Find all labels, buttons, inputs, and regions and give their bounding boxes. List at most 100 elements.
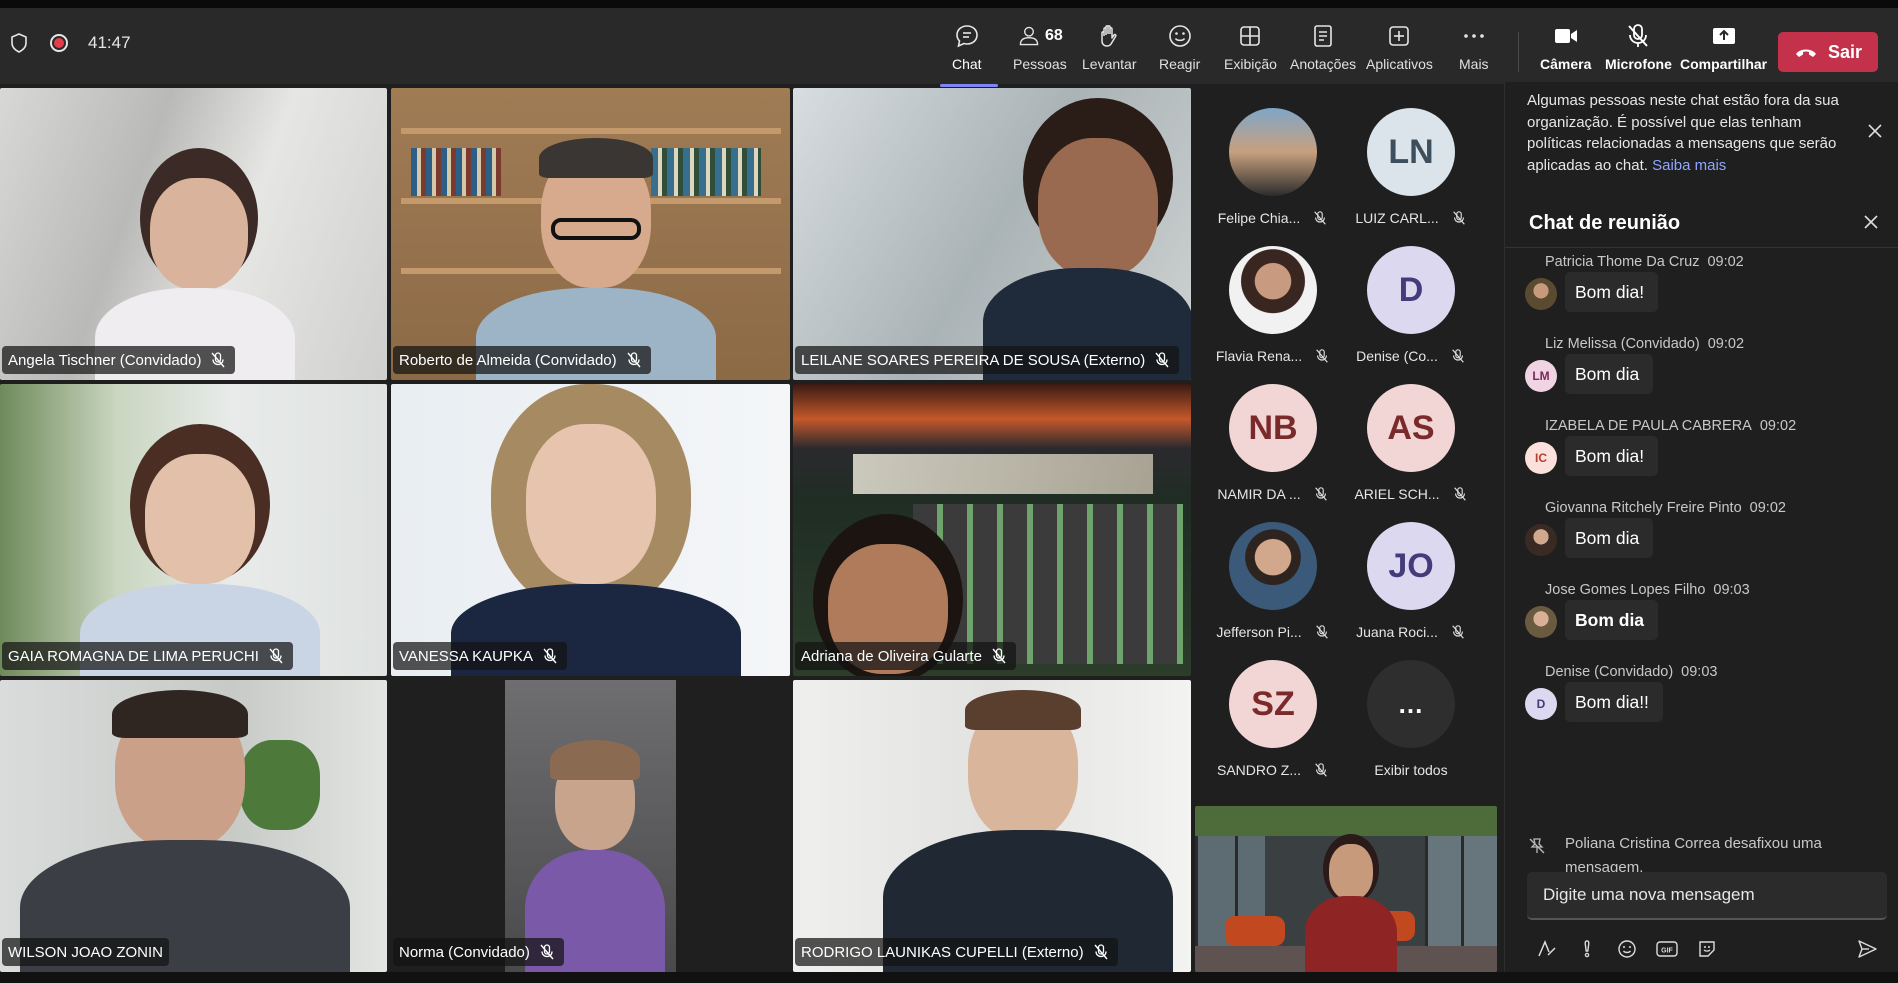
- video-tile[interactable]: Roberto de Almeida (Convidado): [391, 88, 790, 380]
- unpin-icon: [1529, 838, 1545, 854]
- priority-button[interactable]: [1567, 934, 1607, 964]
- roster-participant[interactable]: JO Juana Roci...: [1341, 522, 1481, 640]
- message-time: 09:02: [1749, 500, 1786, 516]
- mic-off-icon: [1094, 944, 1108, 960]
- participant-name: Angela Tischner (Convidado): [2, 346, 236, 374]
- roster-name: Jefferson Pi...: [1216, 624, 1302, 640]
- message-sender: Patricia Thome Da Cruz: [1545, 254, 1700, 270]
- emoji-icon: [1618, 940, 1636, 958]
- message-sender: Giovanna Ritchely Freire Pinto: [1545, 500, 1742, 516]
- apps-button[interactable]: Aplicativos: [1366, 22, 1433, 72]
- message-input-placeholder: Digite uma nova mensagem: [1543, 885, 1755, 904]
- share-button[interactable]: Compartilhar: [1680, 22, 1767, 72]
- chat-button[interactable]: Chat: [952, 22, 982, 72]
- mic-off-icon: [540, 944, 554, 960]
- show-all-button[interactable]: ... Exibir todos: [1341, 660, 1481, 778]
- exclamation-icon: [1584, 940, 1590, 958]
- gif-button[interactable]: GIF: [1647, 934, 1687, 964]
- send-button[interactable]: [1847, 934, 1887, 964]
- format-button[interactable]: [1527, 934, 1567, 964]
- roster-name: NAMIR DA ...: [1217, 486, 1301, 502]
- camera-button[interactable]: Câmera: [1540, 22, 1591, 72]
- react-button[interactable]: Reagir: [1159, 22, 1200, 72]
- video-tile[interactable]: Adriana de Oliveira Gularte: [793, 384, 1191, 676]
- chat-icon: [955, 25, 978, 48]
- people-count: 68: [1044, 27, 1063, 44]
- message-time: 09:03: [1713, 582, 1750, 598]
- video-tile[interactable]: VANESSA KAUPKA: [391, 384, 790, 676]
- video-tile[interactable]: LEILANE SOARES PEREIRA DE SOUSA (Externo…: [793, 88, 1191, 380]
- roster-participant[interactable]: LN LUIZ CARL...: [1341, 108, 1481, 226]
- avatar: [1525, 524, 1557, 556]
- raise-hand-label: Levantar: [1082, 56, 1137, 72]
- avatar: SZ: [1229, 660, 1317, 748]
- external-notice: Algumas pessoas neste chat estão fora da…: [1505, 82, 1898, 182]
- roster-name: SANDRO Z...: [1216, 762, 1301, 778]
- mic-off-icon: [1452, 349, 1464, 363]
- leave-button[interactable]: Sair: [1778, 32, 1878, 72]
- hang-up-icon: [1795, 49, 1816, 57]
- message-time: 09:02: [1759, 418, 1797, 434]
- roster-name: Denise (Co...: [1356, 348, 1438, 364]
- sticker-button[interactable]: [1687, 934, 1727, 964]
- shield-icon[interactable]: [8, 32, 30, 54]
- self-view-tile[interactable]: [1195, 806, 1497, 972]
- gif-icon: GIF: [1656, 941, 1678, 957]
- participant-name: Roberto de Almeida (Convidado): [393, 346, 651, 374]
- view-button[interactable]: Exibição: [1224, 22, 1277, 72]
- meeting-timer: 41:47: [88, 33, 131, 52]
- close-icon[interactable]: [1866, 122, 1884, 140]
- notes-button[interactable]: Anotações: [1290, 22, 1356, 72]
- video-tile[interactable]: WILSON JOAO ZONIN: [0, 680, 387, 972]
- recording-icon[interactable]: [48, 32, 70, 54]
- participant-roster: Felipe Chia... LN LUIZ CARL... Flavia Re…: [1195, 88, 1495, 800]
- people-button[interactable]: 68 Pessoas: [1013, 22, 1067, 72]
- microphone-button[interactable]: Microfone: [1605, 22, 1672, 72]
- format-icon: [1538, 940, 1556, 957]
- video-tile[interactable]: RODRIGO LAUNIKAS CUPELLI (Externo): [793, 680, 1191, 972]
- roster-participant[interactable]: SZ SANDRO Z...: [1203, 660, 1343, 778]
- avatar: [1525, 606, 1557, 638]
- roster-participant[interactable]: AS ARIEL SCH...: [1341, 384, 1481, 502]
- chat-header: Chat de reunião: [1505, 190, 1898, 248]
- roster-name: Juana Roci...: [1356, 624, 1438, 640]
- avatar: [1229, 108, 1317, 196]
- mic-off-icon: [1314, 211, 1327, 225]
- message-sender: Jose Gomes Lopes Filho: [1545, 582, 1706, 598]
- mic-off-icon: [1315, 763, 1327, 777]
- video-tile[interactable]: Norma (Convidado): [391, 680, 790, 972]
- roster-participant[interactable]: D Denise (Co...: [1341, 246, 1481, 364]
- mic-off-icon: [1452, 211, 1465, 225]
- mic-off-icon: [1452, 625, 1464, 639]
- meeting-status: 41:47: [8, 32, 131, 54]
- leave-label: Sair: [1827, 41, 1863, 62]
- close-icon[interactable]: [1861, 212, 1881, 232]
- share-icon: [1712, 28, 1735, 44]
- roster-participant[interactable]: Felipe Chia...: [1203, 108, 1343, 226]
- more-icon: ...: [1367, 660, 1455, 748]
- roster-participant[interactable]: Jefferson Pi...: [1203, 522, 1343, 640]
- camera-icon: [1554, 29, 1577, 43]
- raise-hand-button[interactable]: Levantar: [1082, 22, 1136, 72]
- add-app-icon: [1389, 26, 1410, 46]
- participant-name: WILSON JOAO ZONIN: [2, 938, 170, 966]
- learn-more-link[interactable]: Saiba mais: [1652, 157, 1726, 174]
- roster-name: Felipe Chia...: [1217, 210, 1301, 226]
- mic-off-icon: [1453, 487, 1466, 501]
- participant-name: Adriana de Oliveira Gularte: [795, 642, 1016, 670]
- roster-participant[interactable]: NB NAMIR DA ...: [1203, 384, 1343, 502]
- message-input[interactable]: Digite uma nova mensagem: [1527, 872, 1887, 920]
- window-bottom-bar: [0, 972, 1898, 983]
- more-button[interactable]: Mais: [1459, 22, 1489, 72]
- emoji-button[interactable]: [1607, 934, 1647, 964]
- message-time: 09:02: [1707, 254, 1744, 270]
- video-tile[interactable]: GAIA ROMAGNA DE LIMA PERUCHI: [0, 384, 387, 676]
- mic-off-icon: [269, 648, 283, 664]
- video-tile[interactable]: Angela Tischner (Convidado): [0, 88, 387, 380]
- send-icon: [1858, 940, 1877, 958]
- roster-participant[interactable]: Flavia Rena...: [1203, 246, 1343, 364]
- message-text: Bom dia!: [1565, 272, 1659, 312]
- view-label: Exibição: [1224, 56, 1277, 72]
- message-text: Bom dia: [1565, 354, 1654, 394]
- hand-icon: [1101, 25, 1117, 47]
